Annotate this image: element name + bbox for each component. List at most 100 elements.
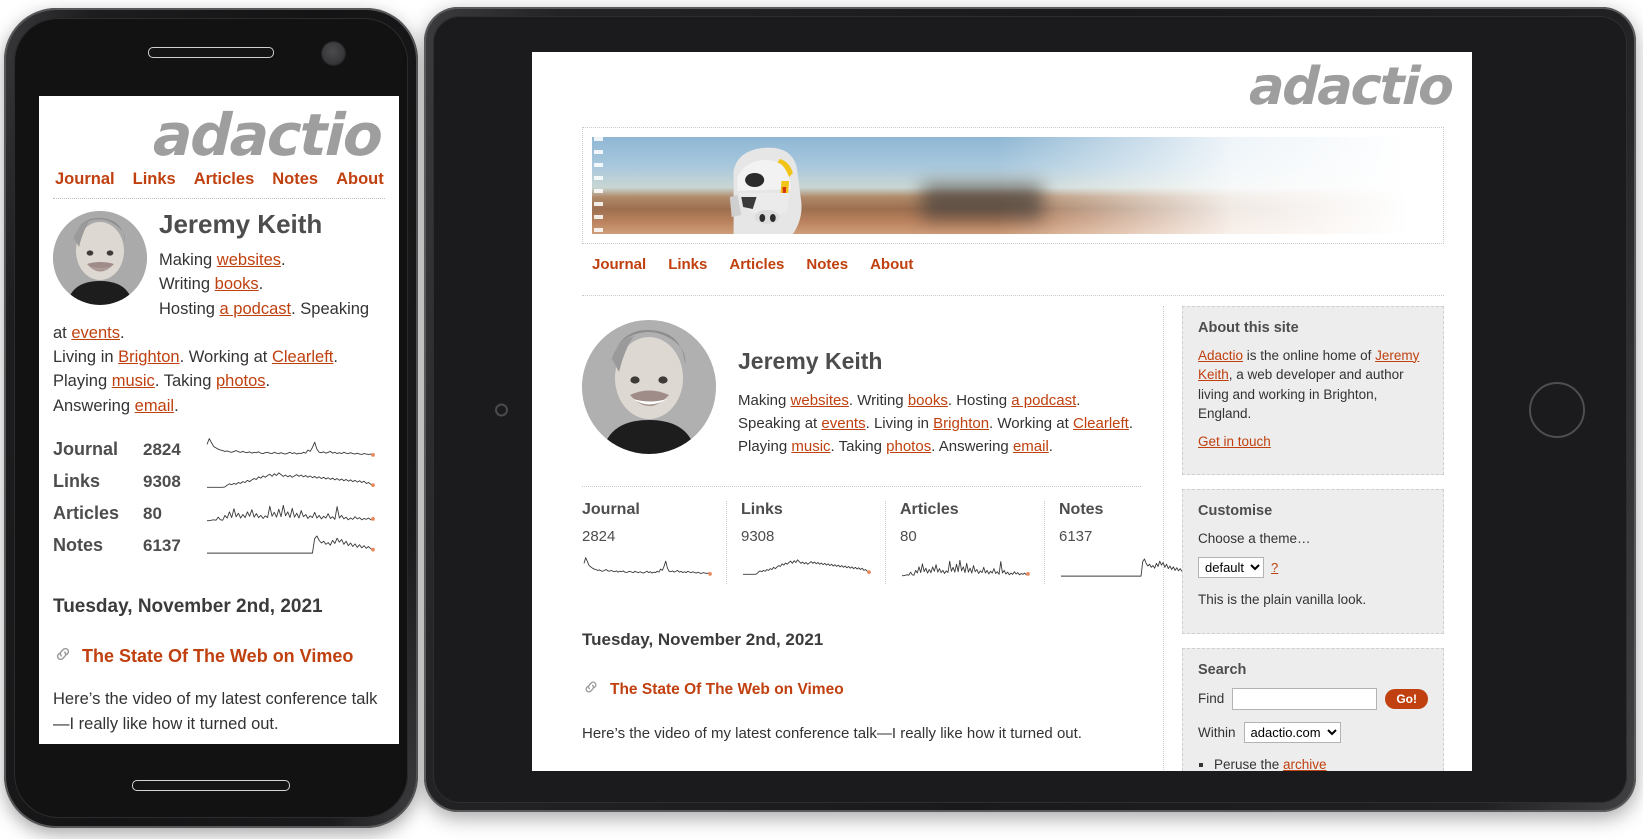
stat-cell[interactable]: Journal 2824 (582, 501, 726, 584)
nav-item-notes[interactable]: Notes (272, 170, 318, 189)
entry-title-tablet[interactable]: The State Of The Web on Vimeo (582, 678, 1141, 701)
bio-link-photos[interactable]: photos (216, 372, 266, 390)
nav-item-about[interactable]: About (336, 170, 384, 189)
profile-bio-tablet: Making websites. Writing books. Hosting … (738, 391, 1134, 456)
bio-link-websites[interactable]: websites (791, 392, 849, 409)
bio-link-events[interactable]: events (821, 415, 865, 432)
bio-text: Working at (188, 348, 268, 366)
bio-text: Taking (838, 438, 882, 456)
bio-link-clearleft[interactable]: Clearleft (1073, 415, 1129, 432)
about-link-adactio[interactable]: Adactio (1198, 348, 1243, 363)
about-paragraph: Adactio is the online home of Jeremy Kei… (1198, 346, 1428, 424)
stat-row[interactable]: Links 9308 (53, 466, 385, 498)
bio-link-email[interactable]: email (1013, 438, 1049, 455)
nav-item-articles[interactable]: Articles (194, 170, 255, 189)
bio-link-photos[interactable]: photos (886, 438, 931, 455)
nav-item-journal[interactable]: Journal (55, 170, 115, 189)
nav-item-links[interactable]: Links (133, 170, 176, 189)
stat-count: 2824 (582, 528, 616, 546)
site-logo-tablet[interactable]: adactio (549, 52, 1455, 119)
tablet-device: adactio Journal Links Articles Notes Abo… (424, 7, 1636, 812)
sparkline-notes (205, 530, 375, 561)
bio-text: Living in (53, 348, 114, 366)
theme-select[interactable]: default (1198, 556, 1264, 578)
phone-bezel: adactio Journal Links Articles Notes Abo… (14, 18, 408, 818)
divider (582, 294, 1444, 296)
tablet-bezel: adactio Journal Links Articles Notes Abo… (433, 16, 1627, 803)
bio-link-brighton[interactable]: Brighton (118, 348, 179, 366)
bio-link-books[interactable]: books (215, 275, 259, 293)
stat-row[interactable]: Journal 2824 (53, 434, 385, 466)
within-label: Within (1198, 724, 1236, 740)
bio-link-websites[interactable]: websites (217, 251, 281, 269)
stat-cell[interactable]: Articles 80 (885, 501, 1044, 585)
nav-item-journal[interactable]: Journal (592, 256, 646, 273)
theme-label: Choose a theme… (1198, 531, 1311, 547)
link-icon (582, 678, 600, 701)
list-item: Peruse the archive (1214, 755, 1428, 771)
stat-label: Journal (582, 501, 640, 519)
bio-link-books[interactable]: books (908, 392, 948, 409)
bio-link-music[interactable]: music (112, 372, 155, 390)
phone-speaker-icon (148, 47, 274, 58)
tablet-home-button[interactable] (1529, 381, 1585, 438)
stat-label: Journal (53, 439, 119, 460)
stat-row[interactable]: Notes 6137 (53, 530, 385, 562)
nav-item-notes[interactable]: Notes (806, 256, 848, 273)
sidebar-tablet: About this site Adactio is the online ho… (1182, 305, 1444, 771)
screenshot-stage: adactio Journal Links Articles Notes Abo… (0, 0, 1643, 839)
bio-link-email[interactable]: email (135, 397, 174, 415)
sparkline-journal (582, 553, 712, 584)
link-icon (53, 644, 73, 669)
stat-cell[interactable]: Links 9308 (726, 501, 885, 585)
module-about-this-site: About this site Adactio is the online ho… (1182, 305, 1444, 476)
tablet-screen: adactio Journal Links Articles Notes Abo… (532, 52, 1472, 771)
bio-link-podcast[interactable]: a podcast (1011, 392, 1076, 409)
banner-image-stormtrooper (592, 136, 1434, 234)
search-input[interactable] (1232, 687, 1378, 710)
theme-help-icon[interactable]: ? (1271, 560, 1278, 575)
bio-link-music[interactable]: music (791, 438, 830, 455)
theme-description: This is the plain vanilla look. (1198, 591, 1367, 607)
phone-camera-icon (322, 42, 345, 65)
list-item-text: Peruse the (1214, 756, 1284, 771)
site-logo-phone[interactable]: adactio (52, 101, 386, 169)
stat-label: Articles (900, 501, 959, 519)
bio-text: Making (738, 391, 787, 409)
profile-name-tablet: Jeremy Keith (738, 347, 883, 374)
sparkline-articles (900, 553, 1030, 584)
entry-body-phone: Here’s the video of my latest conference… (53, 689, 378, 733)
nav-item-links[interactable]: Links (668, 256, 707, 273)
module-title: Search (1198, 661, 1247, 678)
entry-body-tablet: Here’s the video of my latest conference… (582, 725, 1082, 743)
entry-blockquote: The World Wide Web has come a long way i… (610, 768, 1141, 772)
stat-count: 2824 (143, 439, 181, 459)
entry-title-link[interactable]: The State Of The Web on Vimeo (610, 681, 844, 699)
bio-link-events[interactable]: events (71, 324, 120, 342)
module-search: Search Find Go! Within adactio.com ▪ Per… (1182, 647, 1444, 771)
bio-link-podcast[interactable]: a podcast (220, 300, 292, 318)
stat-label: Articles (53, 503, 120, 524)
archive-link[interactable]: archive (1283, 757, 1327, 771)
module-title: Customise (1198, 503, 1273, 520)
banner-frame (582, 126, 1444, 244)
stat-row[interactable]: Articles 80 (53, 498, 385, 530)
entry-title-phone[interactable]: The State Of The Web on Vimeo (53, 644, 385, 669)
profile-section-phone: Jeremy Keith Making websites. Writing bo… (53, 209, 385, 418)
nav-item-about[interactable]: About (870, 256, 913, 273)
stat-count: 9308 (741, 528, 775, 546)
phone-screen: adactio Journal Links Articles Notes Abo… (39, 96, 399, 744)
entry-title-link[interactable]: The State Of The Web on Vimeo (82, 646, 353, 667)
stat-cell[interactable]: Notes 6137 (1044, 501, 1203, 585)
nav-item-articles[interactable]: Articles (729, 256, 784, 273)
entry-date-phone: Tuesday, November 2nd, 2021 (53, 595, 323, 617)
search-scope-select[interactable]: adactio.com (1243, 721, 1341, 743)
get-in-touch-link[interactable]: Get in touch (1198, 434, 1271, 449)
bio-text: Writing (857, 391, 904, 409)
stats-list-phone: Journal 2824 Links 9308 Articles 80 Note… (53, 434, 385, 562)
bio-link-clearleft[interactable]: Clearleft (272, 348, 333, 366)
search-go-button[interactable]: Go! (1385, 688, 1428, 709)
bio-link-brighton[interactable]: Brighton (933, 415, 989, 432)
sparkline-notes (1059, 553, 1189, 584)
module-title: About this site (1198, 319, 1299, 336)
